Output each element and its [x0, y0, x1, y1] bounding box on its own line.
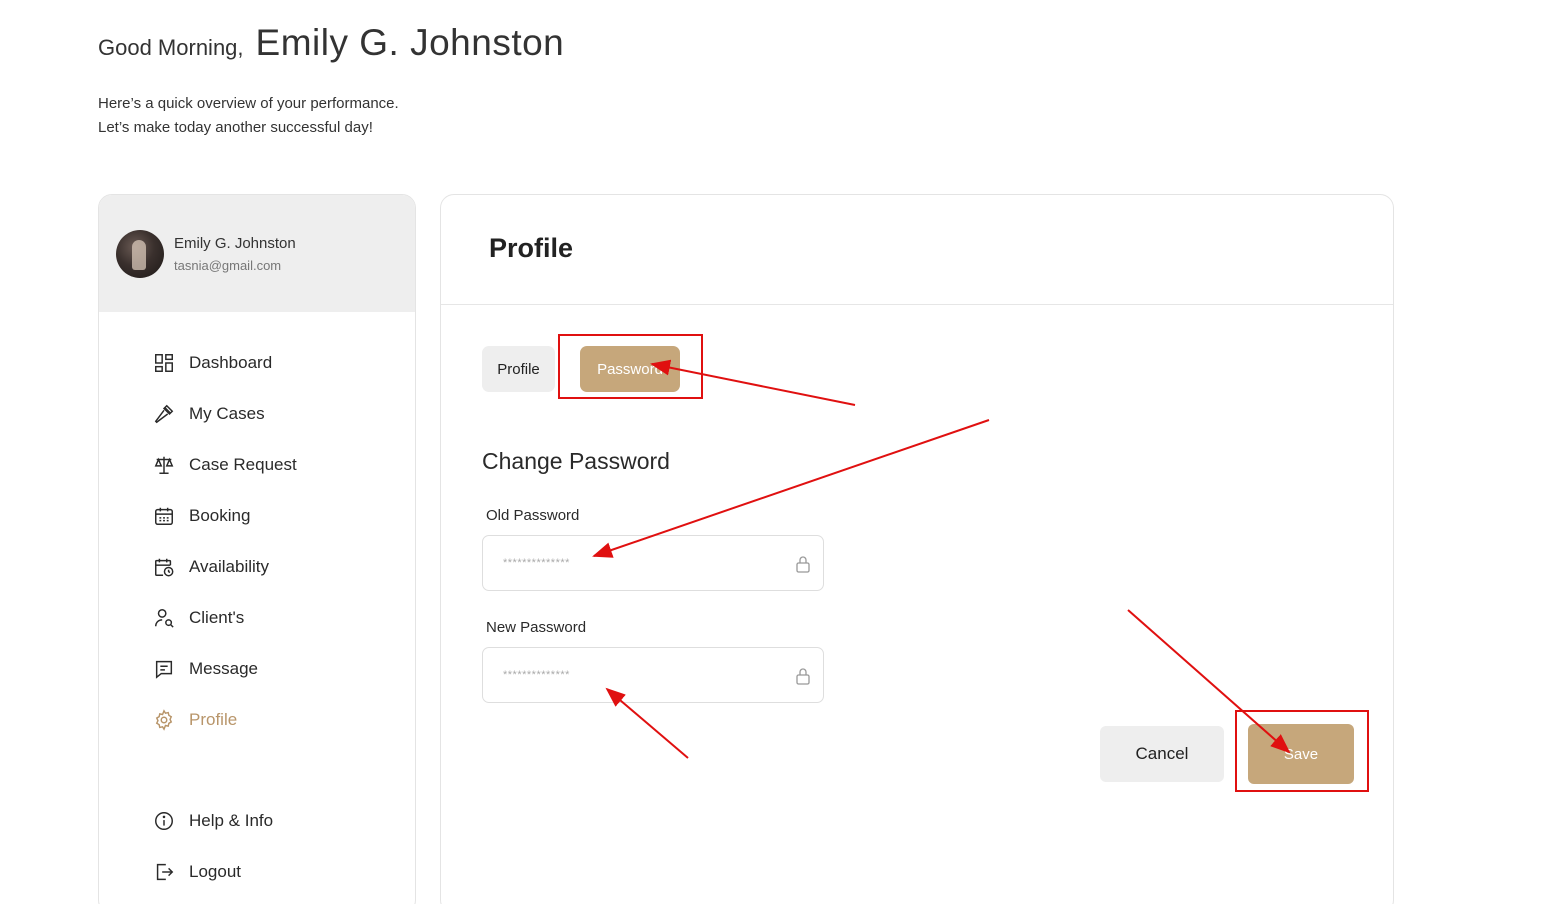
gear-icon — [155, 709, 173, 731]
sidebar-item-dashboard[interactable]: Dashboard — [153, 348, 272, 378]
subtitle-line-2: Let’s make today another successful day! — [98, 119, 373, 136]
user-search-icon — [155, 609, 174, 628]
page-title: Profile — [489, 233, 574, 263]
message-icon — [155, 660, 173, 679]
lock-icon — [796, 556, 810, 573]
sidebar-item-message[interactable]: Message — [153, 654, 258, 684]
sidebar-item-my-cases[interactable]: My Cases — [153, 399, 265, 429]
old-password-label: Old Password — [486, 507, 580, 524]
sidebar-item-label: My Cases — [189, 404, 265, 423]
scales-icon — [154, 456, 174, 474]
sidebar-item-label: Dashboard — [189, 353, 273, 372]
sidebar-item-booking[interactable]: Booking — [153, 501, 250, 531]
sidebar-item-label: Message — [189, 659, 258, 678]
sidebar-item-availability[interactable]: Availability — [153, 552, 269, 582]
old-password-field[interactable] — [482, 535, 824, 591]
sidebar-item-logout[interactable]: Logout — [153, 857, 241, 887]
sidebar-item-label: Profile — [189, 710, 238, 729]
sidebar-item-label: Logout — [189, 862, 241, 881]
sidebar-item-clients[interactable]: Client's — [153, 603, 244, 633]
save-button[interactable]: Save — [1248, 724, 1354, 784]
page: Good Morning, Emily G. Johnston Here’s a… — [0, 0, 1553, 904]
greeting-name: Emily G. Johnston — [255, 22, 565, 63]
user-name: Emily G. Johnston — [174, 234, 296, 252]
sidebar-item-label: Case Request — [189, 455, 297, 474]
sidebar-item-label: Booking — [189, 506, 251, 525]
dashboard-icon — [155, 354, 173, 372]
gavel-icon — [154, 404, 174, 424]
calendar-clock-icon — [155, 558, 174, 577]
greeting: Good Morning, Emily G. Johnston — [98, 22, 564, 64]
avatar — [116, 229, 164, 278]
greeting-subtitle: Here’s a quick overview of your performa… — [98, 92, 399, 140]
sidebar-item-help-info[interactable]: Help & Info — [153, 806, 273, 836]
info-icon — [155, 812, 173, 830]
tab-password[interactable]: Password — [580, 346, 680, 392]
sidebar-item-label: Client's — [189, 608, 245, 627]
sidebar-item-label: Help & Info — [189, 811, 274, 830]
old-password-input[interactable] — [503, 557, 763, 569]
section-title: Change Password — [482, 448, 670, 474]
sidebar: Emily G. Johnston tasnia@gmail.com Dashb… — [98, 194, 416, 904]
sidebar-item-profile[interactable]: Profile — [153, 705, 237, 735]
greeting-prefix: Good Morning, — [98, 35, 244, 60]
lock-icon — [796, 668, 810, 685]
subtitle-line-1: Here’s a quick overview of your performa… — [98, 95, 399, 112]
new-password-label: New Password — [486, 619, 587, 636]
tab-profile[interactable]: Profile — [482, 346, 555, 392]
sidebar-item-case-request[interactable]: Case Request — [153, 450, 297, 480]
main-header: Profile — [441, 195, 1393, 305]
logout-icon — [156, 863, 174, 881]
new-password-input[interactable] — [503, 669, 763, 681]
calendar-icon — [155, 507, 173, 525]
cancel-button[interactable]: Cancel — [1100, 726, 1224, 782]
user-card: Emily G. Johnston tasnia@gmail.com — [99, 195, 415, 312]
user-email: tasnia@gmail.com — [174, 257, 282, 273]
main-panel: Profile Profile Password Change Password… — [440, 194, 1394, 904]
new-password-field[interactable] — [482, 647, 824, 703]
sidebar-item-label: Availability — [189, 557, 270, 576]
